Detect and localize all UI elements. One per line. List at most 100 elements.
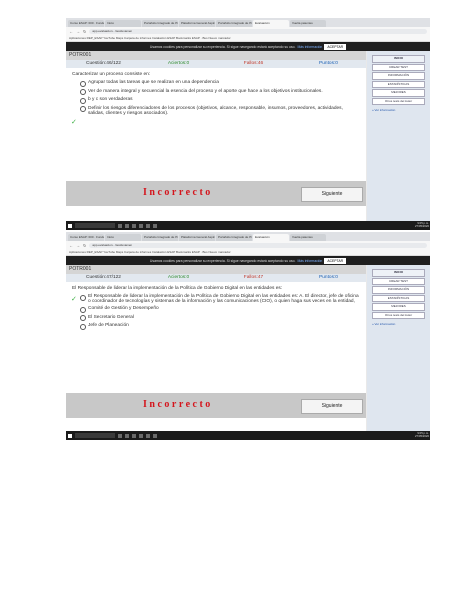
tab[interactable]: Curso ESAP: 000 · Fundamentos bbox=[68, 234, 104, 241]
radio-button[interactable] bbox=[80, 80, 86, 87]
radio-button[interactable] bbox=[80, 89, 86, 95]
forward-icon[interactable]: → bbox=[76, 243, 80, 248]
correct-check-icon: ✓ bbox=[71, 296, 77, 303]
sidebar-item-crear-test[interactable]: CREAR TEST bbox=[372, 277, 425, 285]
tab-active[interactable]: Evaluación bbox=[253, 234, 289, 241]
sidebar-link[interactable]: » Ver información bbox=[372, 322, 425, 326]
reload-icon[interactable]: ↻ bbox=[83, 29, 86, 34]
points-counter: Puntos:0 bbox=[319, 275, 338, 280]
bookmarks-bar[interactable]: Aplicaciones REP_ESAP YouTube Maps Carpe… bbox=[66, 249, 430, 256]
chrome-icon[interactable] bbox=[132, 223, 136, 228]
taskbar-search[interactable] bbox=[75, 433, 115, 438]
sidebar-item-informacion[interactable]: INFORMACIÓN bbox=[372, 72, 425, 80]
sidebar-item-mejores[interactable]: MEJORES bbox=[372, 89, 425, 97]
file-explorer-icon[interactable] bbox=[125, 433, 129, 438]
sidebar-link[interactable]: » Ver información bbox=[372, 108, 425, 112]
option-label: Definir los riesgos diferenciadores de l… bbox=[88, 105, 343, 116]
cookie-text: Usamos cookies para personalizar su expe… bbox=[149, 44, 296, 49]
next-button[interactable]: Siguiente bbox=[301, 187, 363, 202]
windows-start-icon[interactable] bbox=[68, 433, 72, 438]
wrong-counter: Fallos:47 bbox=[243, 275, 264, 280]
correct-counter: Aciertos:0 bbox=[167, 275, 190, 280]
word-icon[interactable] bbox=[139, 433, 143, 438]
file-explorer-icon[interactable] bbox=[125, 223, 129, 228]
sidebar-item-mejores[interactable]: MEJORES bbox=[372, 303, 425, 311]
tab[interactable]: Portafolio Integrado de Proyectos bbox=[142, 20, 178, 27]
radio-button[interactable] bbox=[80, 323, 86, 330]
chrome-icon[interactable] bbox=[132, 433, 136, 438]
taskbar-clock[interactable]: 9:05 p.m. 27/05/2020 bbox=[415, 431, 429, 439]
stats-bar: Cuestión:46/122 Aciertos:0 Fallos:46 Pun… bbox=[66, 60, 366, 68]
tab-active[interactable]: Evaluación bbox=[253, 20, 289, 27]
windows-start-icon[interactable] bbox=[68, 223, 72, 228]
sidebar-item-inicio[interactable]: INICIO bbox=[372, 269, 425, 277]
stats-bar: Cuestión:47/122 Aciertos:0 Fallos:47 Pun… bbox=[66, 274, 366, 282]
radio-button[interactable] bbox=[80, 294, 86, 301]
sidebar-item-otros-tests[interactable]: Otros tests del Autor bbox=[372, 311, 425, 319]
reload-icon[interactable]: ↻ bbox=[83, 243, 86, 248]
answer-option[interactable]: Comité de Gestión y Desempeño bbox=[80, 306, 360, 313]
answer-option[interactable]: El Secretario General bbox=[80, 314, 360, 321]
cookie-accept-button[interactable]: ACEPTAR bbox=[324, 43, 347, 50]
result-bar: Incorrecto Siguiente bbox=[66, 181, 366, 206]
question-text: Caracterizar un proceso consiste en: bbox=[72, 72, 151, 77]
radio-button[interactable] bbox=[80, 106, 86, 112]
tab[interactable]: Plataforma General Aspiranto bbox=[179, 234, 215, 241]
tab[interactable]: Inicio bbox=[105, 20, 141, 27]
sidebar-item-informacion[interactable]: INFORMACIÓN bbox=[372, 286, 425, 294]
outlook-icon[interactable] bbox=[153, 433, 157, 438]
tab[interactable]: Vuelta patentes bbox=[290, 234, 326, 241]
forward-icon[interactable]: → bbox=[76, 29, 80, 34]
radio-button[interactable] bbox=[80, 315, 86, 321]
answer-option[interactable]: Ver de manera integral y secuencial la e… bbox=[80, 89, 360, 95]
cookie-more-link[interactable]: Más información bbox=[297, 259, 322, 263]
sidebar-item-estadisticas[interactable]: ESTADÍSTICAS bbox=[372, 80, 425, 88]
option-label: Jefe de Planeación bbox=[88, 323, 129, 328]
answer-option[interactable]: El Responsable de liderar la implementac… bbox=[80, 294, 360, 304]
tab[interactable]: Portafolio Integrado de Proyectos bbox=[142, 234, 178, 241]
answer-option[interactable]: Definir los riesgos diferenciadores de l… bbox=[80, 106, 360, 116]
back-icon[interactable]: ← bbox=[69, 29, 73, 34]
sidebar-item-crear-test[interactable]: CREAR TEST bbox=[372, 63, 425, 71]
radio-button[interactable] bbox=[80, 97, 86, 104]
sidebar: INICIO CREAR TEST INFORMACIÓN ESTADÍSTIC… bbox=[367, 265, 430, 432]
cookie-accept-button[interactable]: ACEPTAR bbox=[324, 257, 347, 264]
bookmarks-bar[interactable]: Aplicaciones REP_ESAP YouTube Maps Carpe… bbox=[66, 35, 430, 42]
sidebar-item-otros-tests[interactable]: Otros tests del Autor bbox=[372, 97, 425, 105]
radio-button[interactable] bbox=[80, 306, 86, 313]
url-input[interactable]: app.evaluacion.../test/examen bbox=[89, 242, 427, 248]
sidebar-item-estadisticas[interactable]: ESTADÍSTICAS bbox=[372, 294, 425, 302]
outlook-icon[interactable] bbox=[153, 223, 157, 228]
cookie-more-link[interactable]: Más información bbox=[297, 45, 322, 49]
browser-tabs: Curso ESAP: 000 · Fundamentos Inicio Por… bbox=[66, 232, 430, 241]
tab[interactable]: Portafolio Integrado de Proyectos bbox=[216, 234, 252, 241]
tab[interactable]: Inicio bbox=[105, 234, 141, 241]
tab[interactable]: Vuelta patentes bbox=[290, 20, 326, 27]
address-bar: ← → ↻ app.evaluacion.../test/examen bbox=[66, 241, 430, 249]
question-body: El Responsable de liderar la implementac… bbox=[66, 282, 366, 336]
test-panel: POTR001 Cuestión:47/122 Aciertos:0 Fallo… bbox=[66, 265, 366, 432]
option-label: El Secretario General bbox=[88, 314, 134, 320]
url-input[interactable]: app.evaluacion.../test/examen bbox=[89, 28, 427, 34]
tab[interactable]: Portafolio Integrado de Proyectos bbox=[216, 20, 252, 27]
screenshot-2: Curso ESAP: 000 · Fundamentos Inicio Por… bbox=[66, 232, 430, 440]
task-view-icon[interactable] bbox=[118, 433, 122, 438]
sidebar-item-inicio[interactable]: INICIO bbox=[372, 55, 425, 63]
clock-date: 27/05/2020 bbox=[415, 434, 429, 439]
answer-option[interactable]: b y c son verdaderas bbox=[80, 97, 360, 104]
next-button[interactable]: Siguiente bbox=[301, 399, 363, 414]
word-icon[interactable] bbox=[139, 223, 143, 228]
excel-icon[interactable] bbox=[146, 433, 150, 438]
excel-icon[interactable] bbox=[146, 223, 150, 228]
taskbar-clock[interactable]: 9:05 p.m. 27/05/2020 bbox=[415, 221, 429, 229]
tab[interactable]: Plataforma General Aspiranto bbox=[179, 20, 215, 27]
answer-option[interactable]: Jefe de Planeación bbox=[80, 323, 360, 330]
back-icon[interactable]: ← bbox=[69, 243, 73, 248]
question-body: Caracterizar un proceso consiste en: Agr… bbox=[66, 68, 366, 126]
answer-option[interactable]: Agrupar todas las tareas que se realizan… bbox=[80, 80, 360, 87]
result-incorrect: Incorrecto bbox=[143, 399, 213, 410]
taskbar-search[interactable] bbox=[75, 223, 115, 228]
option-label: El Responsable de liderar la implementac… bbox=[88, 294, 359, 304]
task-view-icon[interactable] bbox=[118, 223, 122, 228]
tab[interactable]: Curso ESAP: 000 · Fundamentos bbox=[68, 20, 104, 27]
